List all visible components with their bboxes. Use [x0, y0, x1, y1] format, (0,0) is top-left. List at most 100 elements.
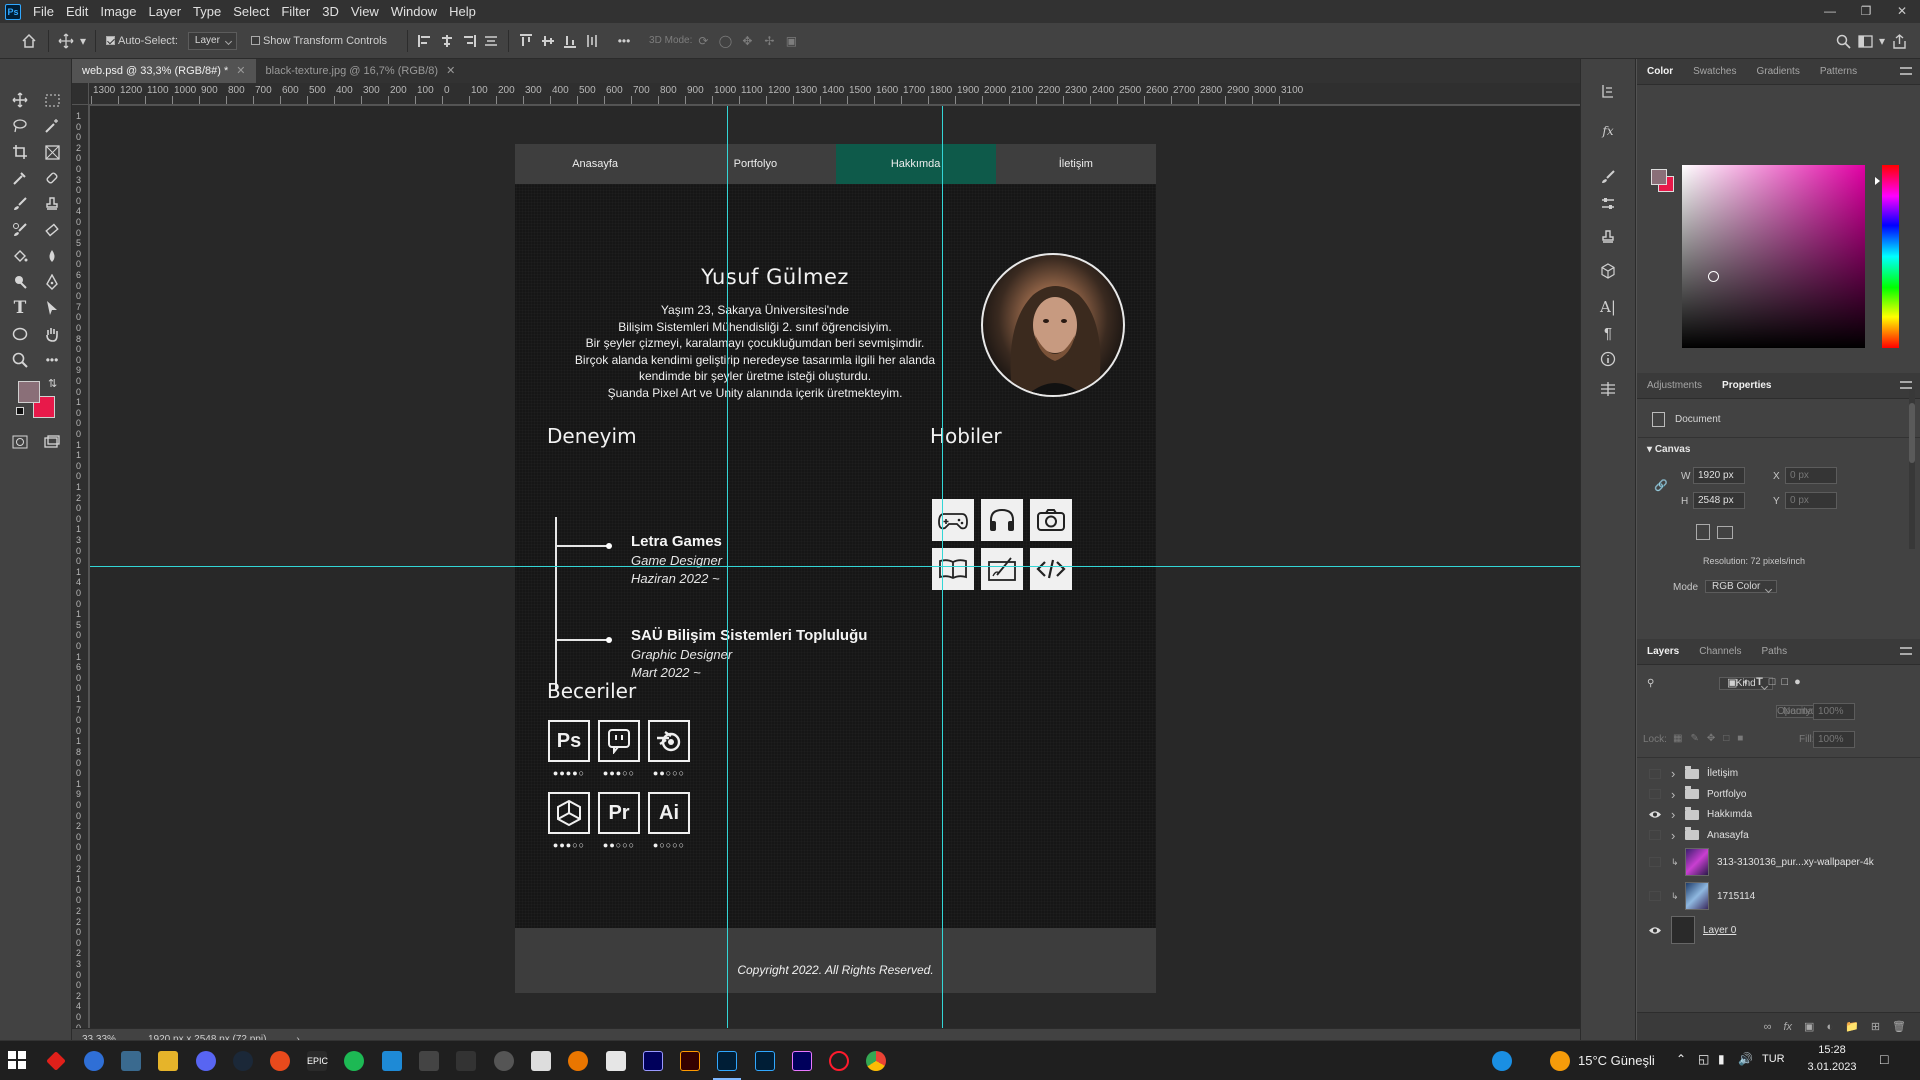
clone-source-icon[interactable]: [1596, 225, 1620, 249]
screen-mode-icon[interactable]: [40, 431, 64, 453]
document-canvas[interactable]: Anasayfa Portfolyo Hakkımda İletişim Yusuf …: [515, 144, 1156, 993]
paragraph-icon[interactable]: ¶: [1596, 321, 1620, 345]
chevron-right-icon[interactable]: ›: [1671, 787, 1677, 802]
layer-name[interactable]: 1715114: [1717, 891, 1755, 902]
layer-name[interactable]: Hakkımda: [1707, 809, 1752, 820]
delete-layer-icon[interactable]: 🗑: [1892, 1020, 1906, 1033]
network-icon[interactable]: ◱: [1698, 1052, 1709, 1066]
menu-filter[interactable]: Filter: [275, 0, 316, 23]
site-nav-item[interactable]: Anasayfa: [515, 144, 675, 184]
desktop-icon[interactable]: [121, 1051, 141, 1071]
file-explorer-icon[interactable]: [158, 1051, 178, 1071]
clock-time[interactable]: 15:28: [1809, 1044, 1855, 1056]
link-layers-icon[interactable]: ∞: [1764, 1021, 1772, 1033]
canvas-section-toggle[interactable]: ▾ Canvas: [1647, 444, 1690, 455]
after-effects-icon[interactable]: [643, 1051, 663, 1071]
app-icon[interactable]: [531, 1051, 551, 1071]
tab-paths[interactable]: Paths: [1752, 646, 1798, 657]
anydesk-icon[interactable]: [46, 1051, 66, 1071]
history-brush-tool-icon[interactable]: [8, 219, 32, 241]
discord-icon[interactable]: [196, 1051, 216, 1071]
menu-type[interactable]: Type: [187, 0, 227, 23]
timeline-icon[interactable]: [1596, 377, 1620, 401]
menu-select[interactable]: Select: [227, 0, 275, 23]
opera-icon[interactable]: [829, 1051, 849, 1071]
color-field[interactable]: [1682, 165, 1865, 348]
home-icon[interactable]: [16, 30, 42, 52]
brush-settings-icon[interactable]: [1596, 165, 1620, 189]
path-selection-tool-icon[interactable]: [40, 297, 64, 319]
canvas-area[interactable]: Anasayfa Portfolyo Hakkımda İletişim Yusuf …: [90, 106, 1580, 1028]
info-icon[interactable]: [1596, 347, 1620, 371]
spotify-icon[interactable]: [344, 1051, 364, 1071]
align-bottom-icon[interactable]: [559, 30, 581, 52]
menu-window[interactable]: Window: [385, 0, 443, 23]
adjustment-layer-icon[interactable]: ◐: [1826, 1021, 1833, 1033]
stamp-tool-icon[interactable]: [40, 193, 64, 215]
site-nav-item[interactable]: Hakkımda: [835, 144, 996, 184]
minimize-button[interactable]: —: [1812, 0, 1848, 23]
chevron-down-icon[interactable]: ▾: [1876, 30, 1888, 52]
visibility-toggle[interactable]: [1647, 890, 1663, 902]
panel-menu-icon[interactable]: [1900, 647, 1912, 655]
more-options-icon[interactable]: •••: [613, 30, 635, 52]
pixel-filter-icon[interactable]: ▣: [1727, 676, 1737, 689]
visibility-toggle[interactable]: [1647, 829, 1663, 841]
chevron-right-icon[interactable]: ›: [1671, 828, 1677, 843]
site-nav-item[interactable]: Portfolyo: [675, 144, 835, 184]
distribute-vertical-icon[interactable]: [581, 30, 603, 52]
windows-start-icon[interactable]: [8, 1051, 28, 1071]
chevron-right-icon[interactable]: ›: [1671, 766, 1677, 781]
browser-icon[interactable]: [84, 1051, 104, 1071]
layer-name[interactable]: 313-3130136_pur...xy-wallpaper-4k: [1717, 857, 1874, 868]
layer-row[interactable]: Layer 0: [1637, 913, 1920, 947]
styles-icon[interactable]: fx: [1596, 119, 1620, 143]
blur-tool-icon[interactable]: [40, 245, 64, 267]
menu-view[interactable]: View: [345, 0, 385, 23]
tab-black-texture[interactable]: black-texture.jpg @ 16,7% (RGB/8) ✕: [255, 59, 466, 83]
visibility-toggle[interactable]: [1647, 788, 1663, 800]
magic-wand-tool-icon[interactable]: [40, 115, 64, 137]
smart-object-filter-icon[interactable]: □: [1781, 676, 1788, 689]
type-tool-icon[interactable]: T: [8, 297, 32, 319]
illustrator-icon[interactable]: [680, 1051, 700, 1071]
weather-text[interactable]: 15°C Güneşli: [1578, 1053, 1655, 1068]
layer-row[interactable]: › Portfolyo: [1637, 784, 1920, 805]
lock-position-icon[interactable]: ✥: [1707, 733, 1715, 744]
opacity-input[interactable]: 100%: [1813, 703, 1855, 720]
share-icon[interactable]: [1888, 30, 1910, 52]
steam-icon[interactable]: [233, 1051, 253, 1071]
tab-channels[interactable]: Channels: [1689, 646, 1751, 657]
layer-name[interactable]: Layer 0: [1703, 925, 1736, 936]
foreground-color-swatch[interactable]: [18, 381, 40, 403]
close-tab-icon[interactable]: ✕: [446, 59, 455, 83]
new-group-icon[interactable]: 📁: [1845, 1020, 1859, 1033]
quick-mask-icon[interactable]: [8, 431, 32, 453]
unity-hub-icon[interactable]: [419, 1051, 439, 1071]
lock-transparent-icon[interactable]: ▦: [1673, 733, 1682, 744]
show-transform-checkbox[interactable]: [250, 36, 260, 45]
character-icon[interactable]: A|: [1596, 295, 1620, 319]
align-top-icon[interactable]: [515, 30, 537, 52]
horizontal-guide[interactable]: [90, 566, 1580, 567]
swap-colors-icon[interactable]: ⇅: [48, 377, 57, 390]
menu-image[interactable]: Image: [94, 0, 142, 23]
chrome-icon[interactable]: [866, 1051, 886, 1071]
lasso-tool-icon[interactable]: [8, 115, 32, 137]
volume-icon[interactable]: 🔊: [1738, 1052, 1753, 1066]
lock-image-icon[interactable]: ✎: [1690, 733, 1698, 744]
more-tools-icon[interactable]: •••: [40, 349, 64, 371]
align-right-icon[interactable]: [458, 30, 480, 52]
healing-brush-tool-icon[interactable]: [40, 167, 64, 189]
3d-camera-icon[interactable]: ▣: [780, 30, 802, 52]
layer-row[interactable]: ↳ 313-3130136_pur...xy-wallpaper-4k: [1637, 845, 1920, 879]
3d-pan-icon[interactable]: ✥: [736, 30, 758, 52]
battery-icon[interactable]: ▮: [1718, 1052, 1725, 1066]
workspace-icon[interactable]: [1854, 30, 1876, 52]
restore-button[interactable]: ❐: [1848, 0, 1884, 23]
y-input[interactable]: 0 px: [1785, 492, 1837, 509]
vertical-guide[interactable]: [727, 106, 728, 1028]
align-left-icon[interactable]: [414, 30, 436, 52]
tab-color[interactable]: Color: [1637, 66, 1683, 77]
zoom-tool-icon[interactable]: [8, 349, 32, 371]
